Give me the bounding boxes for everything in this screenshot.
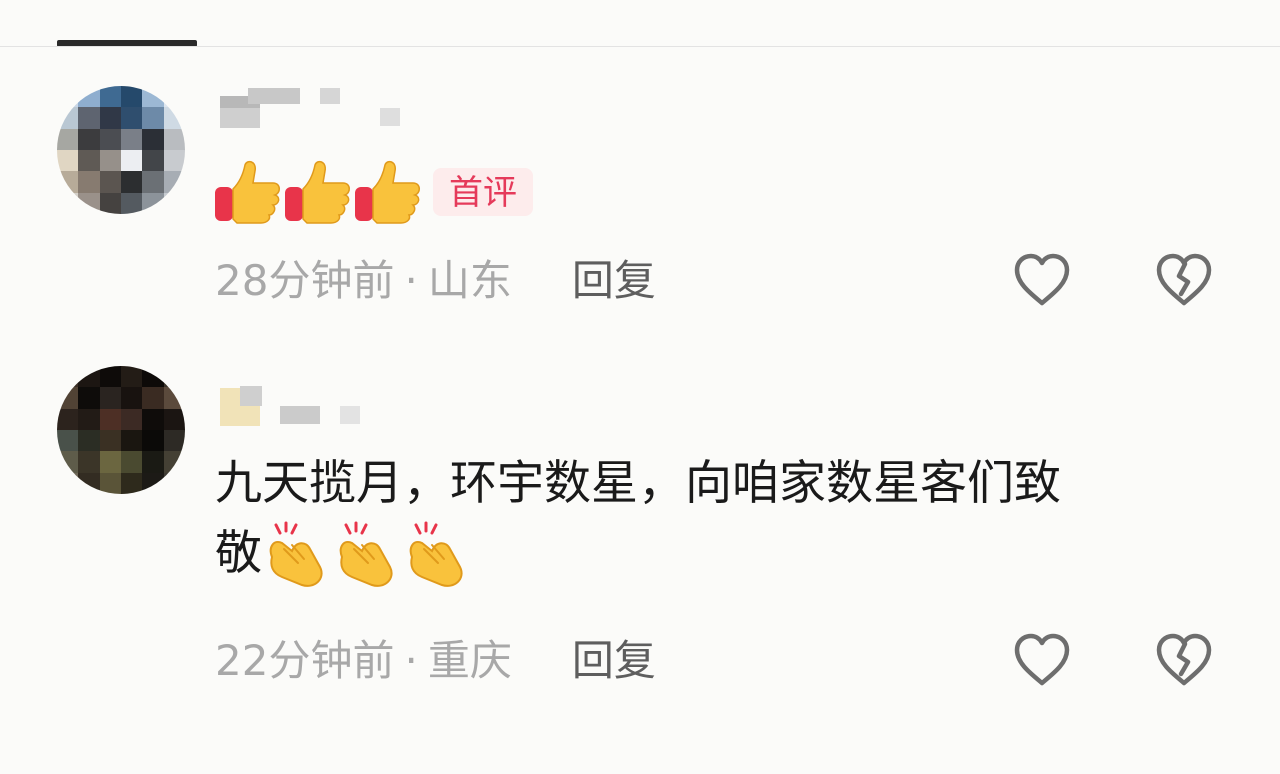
avatar[interactable] xyxy=(57,86,185,214)
thumbs-up-icon xyxy=(285,160,350,224)
comment-time: 22分钟前 xyxy=(215,636,395,685)
comment-meta: 28分钟前 · 山东 回复 xyxy=(215,256,656,306)
broken-heart-icon[interactable] xyxy=(1154,632,1214,688)
clapping-hands-icon xyxy=(339,521,393,587)
heart-outline-icon[interactable] xyxy=(1012,252,1072,308)
comment-text-line: 九天揽月，环宇数星，向咱家数星客们致 xyxy=(215,456,1061,511)
comment-list-page: 首评 28分钟前 · 山东 回复 九天揽月，环宇数星，向咱家数星客们致 敬 22… xyxy=(0,0,1280,774)
meta-separator: · xyxy=(404,636,418,685)
clapping-hands-icon xyxy=(269,521,323,587)
thumbs-up-icon xyxy=(355,160,420,224)
comment-location: 山东 xyxy=(427,256,512,305)
username-blurred[interactable] xyxy=(218,82,418,130)
comment-meta: 22分钟前 · 重庆 回复 xyxy=(215,636,656,686)
avatar[interactable] xyxy=(57,366,185,494)
broken-heart-icon[interactable] xyxy=(1154,252,1214,308)
reply-button[interactable]: 回复 xyxy=(572,636,656,686)
tab-bar xyxy=(0,0,1280,47)
comment-text-line: 敬 xyxy=(215,519,1205,589)
first-comment-badge: 首评 xyxy=(433,167,533,216)
thumbs-up-icon xyxy=(215,160,280,224)
comment-time: 28分钟前 xyxy=(215,256,395,305)
comment-text: 九天揽月，环宇数星，向咱家数星客们致 敬 xyxy=(215,449,1205,589)
comment-text-end: 敬 xyxy=(215,526,262,581)
comment-location: 重庆 xyxy=(427,636,512,685)
clapping-hands-icon xyxy=(409,521,463,587)
username-blurred[interactable] xyxy=(218,362,418,426)
meta-separator: · xyxy=(404,256,418,305)
heart-outline-icon[interactable] xyxy=(1012,632,1072,688)
comment-content: 首评 xyxy=(213,154,533,229)
comment-item: 首评 28分钟前 · 山东 回复 xyxy=(0,82,1280,322)
reply-button[interactable]: 回复 xyxy=(572,256,656,306)
divider xyxy=(0,46,1280,47)
comment-item: 九天揽月，环宇数星，向咱家数星客们致 敬 22分钟前 · 重庆 回复 xyxy=(0,362,1280,692)
